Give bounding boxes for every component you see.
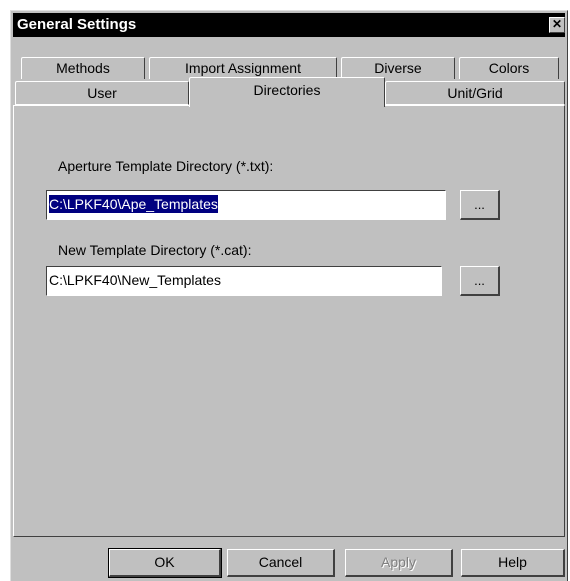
close-button[interactable]: ✕ xyxy=(549,17,565,33)
tab-diverse[interactable]: Diverse xyxy=(341,57,455,79)
new-template-directory-value: C:\LPKF40\New_Templates xyxy=(49,272,221,288)
general-settings-dialog: General Settings ✕ Methods Import Assign… xyxy=(10,10,568,581)
tab-methods[interactable]: Methods xyxy=(21,57,145,79)
aperture-directory-value: C:\LPKF40\Ape_Templates xyxy=(49,195,218,213)
cancel-button[interactable]: Cancel xyxy=(227,549,335,577)
aperture-directory-input[interactable]: C:\LPKF40\Ape_Templates xyxy=(46,190,446,220)
tab-colors[interactable]: Colors xyxy=(459,57,559,79)
tab-directories[interactable]: Directories xyxy=(189,77,385,107)
ok-button[interactable]: OK xyxy=(108,548,222,578)
tab-import-assignment[interactable]: Import Assignment xyxy=(149,57,337,79)
new-template-directory-label: New Template Directory (*.cat): xyxy=(58,242,252,258)
tab-unit-grid[interactable]: Unit/Grid xyxy=(385,81,565,105)
tab-user[interactable]: User xyxy=(15,81,189,105)
directories-panel: Aperture Template Directory (*.txt): C:\… xyxy=(13,105,565,537)
apply-button[interactable]: Apply xyxy=(345,549,453,577)
close-icon: ✕ xyxy=(551,17,563,31)
title-bar[interactable]: General Settings ✕ xyxy=(13,13,565,37)
aperture-directory-label: Aperture Template Directory (*.txt): xyxy=(58,158,274,174)
new-template-directory-input[interactable]: C:\LPKF40\New_Templates xyxy=(46,266,442,296)
aperture-browse-button[interactable]: ... xyxy=(460,190,500,220)
new-template-browse-button[interactable]: ... xyxy=(460,266,500,296)
window-title: General Settings xyxy=(17,16,137,33)
help-button[interactable]: Help xyxy=(461,549,565,577)
